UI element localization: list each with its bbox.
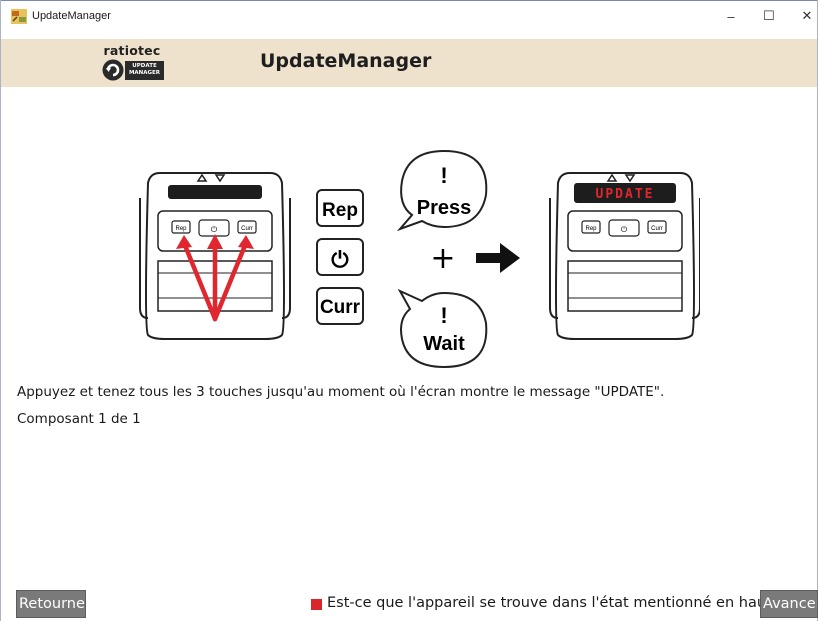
page-title: UpdateManager — [260, 50, 432, 72]
logo-badge-line1: UPDATE — [132, 63, 157, 69]
close-icon: ✕ — [801, 8, 813, 23]
left-key-power: ⏻ — [211, 225, 218, 234]
left-key-rep: Rep — [175, 226, 187, 232]
app-icon — [11, 9, 27, 24]
left-key-curr: Curr — [241, 226, 253, 232]
next-button[interactable]: Avancer — [760, 590, 818, 618]
refresh-logo-icon — [102, 59, 124, 81]
back-button[interactable]: Retourner — [16, 590, 86, 618]
press-bubble: ! Press — [396, 149, 488, 232]
update-display-text: UPDATE — [596, 187, 655, 202]
maximize-icon: ☐ — [763, 8, 775, 23]
press-bubble-text: Press — [417, 197, 472, 219]
confirm-question: Est-ce que l'appareil se trouve dans l'é… — [327, 595, 780, 611]
minimize-button[interactable]: – — [714, 2, 748, 30]
logo-badge: UPDATE MANAGER — [125, 61, 164, 80]
right-key-power: ⏻ — [621, 225, 628, 234]
wait-bubble: ! Wait — [397, 288, 488, 368]
device-left: Rep ⏻ Curr — [139, 172, 291, 340]
right-key-rep: Rep — [585, 226, 597, 232]
unchecked-x-icon[interactable] — [311, 598, 322, 610]
plus-sign: + — [430, 241, 455, 276]
title-bar: UpdateManager – ☐ ✕ — [1, 1, 817, 31]
instruction-illustration: Rep ⏻ Curr Rep ⏻ Curr ! Press ! Wait + U… — [139, 149, 700, 368]
logo-wordmark: ratiotec — [103, 43, 161, 58]
wait-bubble-text: Wait — [423, 333, 465, 355]
key-curr-label: Curr — [320, 297, 361, 318]
key-power-label: ⏻ — [331, 248, 349, 273]
instruction-text: Appuyez et tenez tous les 3 touches jusq… — [17, 384, 665, 400]
right-key-curr: Curr — [651, 226, 663, 232]
confirm-checkbox-row[interactable]: Est-ce que l'appareil se trouve dans l'é… — [311, 595, 779, 611]
wait-bubble-mark: ! — [440, 303, 447, 328]
minimize-icon: – — [727, 8, 735, 24]
right-arrow-icon — [476, 243, 520, 273]
window-title: UpdateManager — [32, 10, 111, 22]
logo-badge-line2: MANAGER — [128, 70, 161, 76]
app-header: ratiotec UPDATE MANAGER UpdateManager — [1, 39, 817, 87]
key-rep-label: Rep — [322, 200, 358, 221]
press-bubble-mark: ! — [440, 163, 447, 188]
key-legend: Rep ⏻ Curr — [316, 189, 364, 325]
close-button[interactable]: ✕ — [790, 2, 818, 30]
maximize-button[interactable]: ☐ — [752, 2, 786, 30]
component-counter: Composant 1 de 1 — [17, 411, 141, 427]
ratiotec-logo: ratiotec UPDATE MANAGER — [100, 44, 164, 82]
device-right: UPDATE Rep ⏻ Curr — [549, 172, 700, 340]
